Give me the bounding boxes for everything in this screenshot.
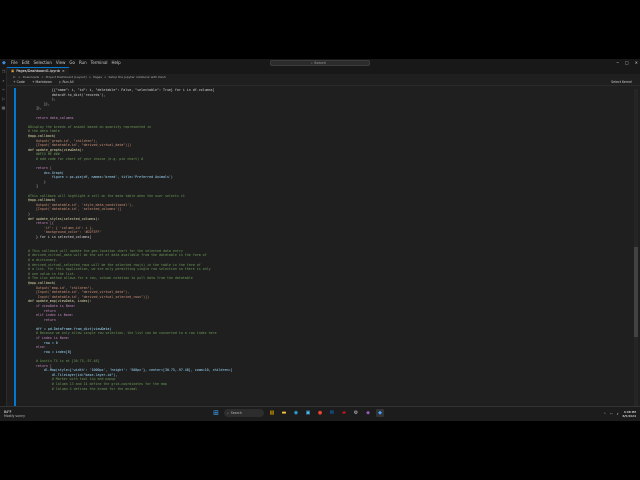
menu-item-edit[interactable]: Edit (22, 59, 30, 67)
add-code-cell-button[interactable]: + Code (13, 80, 25, 84)
cell-focus-indicator (14, 88, 16, 408)
breadcrumb-item[interactable]: C: (13, 75, 16, 79)
breadcrumb-item[interactable]: Setup the Jupyter notebook with Dash (108, 75, 165, 79)
command-search-box[interactable]: ⌕ Search (270, 60, 370, 66)
editor-tabs: ▣ Pages/Dashboard1.ipynb × (7, 67, 640, 74)
vscode-taskbar-icon[interactable]: ◆ (376, 409, 384, 417)
breadcrumb-separator: > (18, 74, 21, 79)
breadcrumb-separator: > (41, 74, 44, 79)
activity-bar: ❐ ⌕ ⑂ ▷ ▦ (0, 67, 7, 412)
source-control-icon[interactable]: ⑂ (0, 85, 7, 94)
breadcrumb-item[interactable]: Pages (93, 75, 102, 79)
wifi-icon[interactable]: ◠ (610, 412, 613, 416)
close-icon[interactable]: ✕ (635, 59, 638, 67)
select-kernel-button[interactable]: Select Kernel (611, 80, 632, 84)
tab-label: Pages/Dashboard1.ipynb (16, 69, 60, 73)
maximize-icon[interactable]: □ (625, 59, 629, 67)
menu-item-selection[interactable]: Selection (33, 59, 51, 67)
chevron-up-icon[interactable]: ⌃ (603, 412, 606, 416)
menu-item-go[interactable]: Go (69, 59, 75, 67)
search-icon: ⌕ (311, 61, 313, 65)
windows-start-icon[interactable]: ⊞ (212, 409, 220, 417)
file-explorer-icon[interactable]: ▬ (280, 409, 288, 417)
run-debug-icon[interactable]: ▷ (0, 94, 7, 103)
breadcrumb-separator: > (103, 74, 107, 79)
tab-close-icon[interactable]: × (62, 69, 65, 73)
menu-bar: File Edit Selection View Go Run Terminal Help (11, 59, 121, 67)
menu-item-file[interactable]: File (11, 59, 18, 67)
menu-item-run[interactable]: Run (79, 59, 87, 67)
weather-widget[interactable]: 84°F Mostly sunny (4, 410, 25, 418)
code-line: # Column 4 defines the breed for the ani… (28, 386, 138, 391)
minimize-icon[interactable]: ─ (616, 59, 618, 67)
vscode-logo-icon: ◆ (2, 60, 6, 66)
add-markdown-cell-button[interactable]: + Markdown (32, 80, 52, 84)
system-tray: ⌃ ◠ ♪ 9:08 PM 6/5/2024 (603, 410, 636, 418)
menu-item-help[interactable]: Help (112, 59, 121, 67)
app-icon[interactable]: ◆ (364, 409, 372, 417)
vscode-window: ◆ File Edit Selection View Go Run Terminal Help… (0, 59, 640, 421)
search-icon: ⌕ (227, 411, 229, 415)
widgets-icon[interactable]: ▧ (268, 409, 276, 417)
breadcrumb-separator: > (88, 74, 92, 79)
run-all-button[interactable]: ▷ Run All (59, 80, 74, 84)
code-cell-editor[interactable]: [{"name": i, "id": i, "deletable": False… (28, 88, 628, 410)
menu-item-terminal[interactable]: Terminal (91, 59, 108, 67)
mail-icon[interactable]: ✉ (328, 409, 336, 417)
title-bar: ◆ File Edit Selection View Go Run Terminal Help… (0, 59, 640, 67)
weather-desc: Mostly sunny (4, 414, 26, 418)
tab-notebook[interactable]: ▣ Pages/Dashboard1.ipynb × (7, 67, 69, 74)
app-icon[interactable]: ▰ (340, 409, 348, 417)
breadcrumb-item[interactable]: Project Dashboard (Layout) (46, 75, 87, 79)
search-view-icon[interactable]: ⌕ (0, 76, 7, 85)
explorer-icon[interactable]: ❐ (0, 67, 7, 76)
vertical-scrollbar[interactable] (634, 89, 638, 409)
settings-icon[interactable]: ⚙ (352, 409, 360, 417)
window-controls: ─ □ ✕ (616, 59, 638, 67)
store-icon[interactable]: ▣ (304, 409, 312, 417)
notebook-icon: ▣ (11, 69, 15, 73)
menu-item-view[interactable]: View (56, 59, 66, 67)
clock[interactable]: 9:08 PM 6/5/2024 (623, 410, 636, 418)
scrollbar-thumb[interactable] (634, 247, 638, 337)
extensions-icon[interactable]: ▦ (0, 103, 7, 112)
taskbar-apps: ⊞ ⌕ Search ▧ ▬ ◉ ▣ ● ✉ ▰ ⚙ ◆ ◆ (212, 409, 384, 417)
chrome-icon[interactable]: ● (316, 409, 324, 417)
volume-icon[interactable]: ♪ (617, 412, 619, 416)
notebook-toolbar: + Code + Markdown ▷ Run All Select Kerne… (7, 79, 640, 86)
edge-icon[interactable]: ◉ (292, 409, 300, 417)
windows-taskbar: 84°F Mostly sunny ⊞ ⌕ Search ▧ ▬ ◉ ▣ ● ✉… (0, 406, 640, 421)
breadcrumb-item[interactable]: Downloads (23, 75, 39, 79)
taskbar-search[interactable]: ⌕ Search (224, 409, 264, 417)
